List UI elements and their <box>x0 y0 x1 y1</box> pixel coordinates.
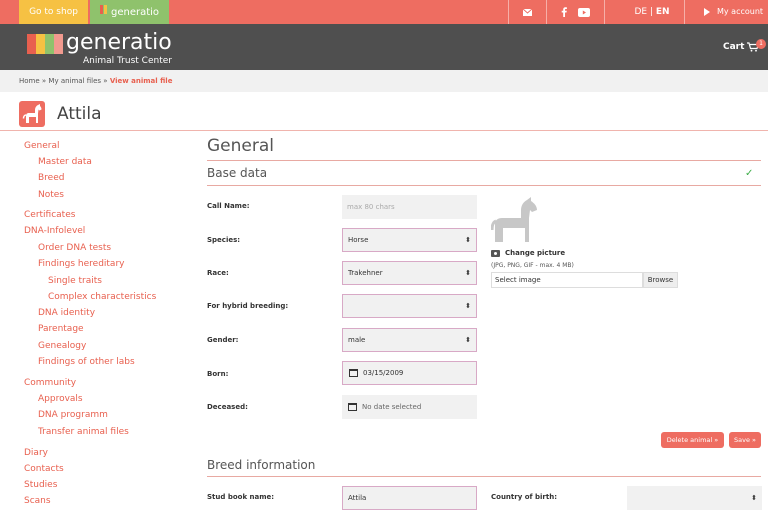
picture-format-hint: (JPG, PNG, GIF - max. 4 MB) <box>491 262 574 269</box>
top-bar: Go to shop generatio DE | EN My account <box>0 0 768 24</box>
deceased-date-input[interactable]: No date selected <box>342 395 477 419</box>
gender-select[interactable]: male ⬍ <box>342 328 477 352</box>
sidebar-item-notes[interactable]: Notes <box>38 190 64 200</box>
youtube-icon[interactable] <box>576 0 592 24</box>
born-date-input[interactable]: 03/15/2009 <box>342 361 477 385</box>
browse-button[interactable]: Browse <box>643 272 678 288</box>
select-caret-icon: ⬍ <box>465 302 471 310</box>
generatio-tab-label: generatio <box>111 7 160 18</box>
base-data-heading[interactable]: Base data <box>207 166 267 180</box>
sidebar-item-findings-of-other-labs[interactable]: Findings of other labs <box>38 357 135 367</box>
sidebar-item-master-data[interactable]: Master data <box>38 157 92 167</box>
select-image-placeholder: Select image <box>495 276 541 284</box>
sidebar-item-contacts[interactable]: Contacts <box>24 464 64 474</box>
breed-information-heading: Breed information <box>207 458 316 472</box>
country-of-birth-select[interactable]: ⬍ <box>627 486 762 510</box>
sidebar-item-certificates[interactable]: Certificates <box>24 210 75 220</box>
general-divider <box>207 160 761 161</box>
sidebar-item-parentage[interactable]: Parentage <box>38 324 84 334</box>
go-to-shop-button[interactable]: Go to shop <box>19 0 88 24</box>
select-caret-icon: ⬍ <box>465 236 471 244</box>
species-select[interactable]: Horse ⬍ <box>342 228 477 252</box>
logo-subtitle: Animal Trust Center <box>83 56 172 66</box>
stud-book-name-value: Attila <box>348 494 367 502</box>
country-of-birth-label: Country of birth: <box>491 493 557 501</box>
sidebar-item-complex-characteristics[interactable]: Complex characteristics <box>48 292 156 302</box>
base-data-divider <box>207 185 761 186</box>
title-divider <box>0 130 768 131</box>
my-account-label: My account <box>717 7 764 16</box>
species-label: Species: <box>207 236 241 244</box>
breadcrumb: Home » My animal files » View animal fil… <box>0 70 768 92</box>
hybrid-breeding-label: For hybrid breeding: <box>207 302 289 310</box>
deceased-label: Deceased: <box>207 403 248 411</box>
sidebar-item-studies[interactable]: Studies <box>24 480 57 490</box>
cart-count-badge: 1 <box>756 39 766 49</box>
calendar-icon <box>348 403 357 411</box>
born-value: 03/15/2009 <box>363 369 404 377</box>
race-value: Trakehner <box>348 269 383 277</box>
gender-value: male <box>348 336 366 344</box>
calendar-icon <box>349 369 358 377</box>
page-title: Attila <box>57 104 102 124</box>
camera-icon <box>491 249 500 257</box>
select-caret-icon: ⬍ <box>465 269 471 277</box>
call-name-label: Call Name: <box>207 202 250 210</box>
sidebar-item-dna-identity[interactable]: DNA identity <box>38 308 95 318</box>
cart-button[interactable]: Cart 1 <box>723 39 766 52</box>
language-switch[interactable]: DE | EN <box>620 0 684 24</box>
breadcrumb-sep: » <box>101 77 110 85</box>
lang-separator: | <box>647 7 656 17</box>
breed-divider <box>207 476 761 477</box>
check-icon: ✓ <box>745 168 754 179</box>
sidebar-item-community[interactable]: Community <box>24 378 76 388</box>
sidebar-item-dna-infolevel[interactable]: DNA-Infolevel <box>24 226 85 236</box>
my-account-link[interactable]: My account <box>704 0 768 24</box>
call-name-input[interactable]: max 80 chars <box>342 195 477 219</box>
lang-de-link[interactable]: DE <box>634 7 647 17</box>
select-image-input[interactable]: Select image <box>491 272 643 288</box>
race-select[interactable]: Trakehner ⬍ <box>342 261 477 285</box>
facebook-icon[interactable] <box>556 0 572 24</box>
call-name-placeholder: max 80 chars <box>347 203 395 211</box>
lang-en-link[interactable]: EN <box>656 7 670 17</box>
logo-wordmark[interactable]: generatio <box>66 30 172 56</box>
species-value: Horse <box>348 236 369 244</box>
gender-label: Gender: <box>207 336 239 344</box>
breadcrumb-my-animal-files[interactable]: My animal files <box>48 77 101 85</box>
breadcrumb-home[interactable]: Home <box>19 77 40 85</box>
stud-book-name-input[interactable]: Attila <box>342 486 477 510</box>
race-label: Race: <box>207 269 229 277</box>
sidebar-item-findings-hereditary[interactable]: Findings hereditary <box>38 259 124 269</box>
breadcrumb-current: View animal file <box>109 77 173 85</box>
sidebar-item-approvals[interactable]: Approvals <box>38 394 83 404</box>
change-picture-label: Change picture <box>505 249 566 257</box>
horse-placeholder-icon <box>491 197 537 242</box>
generatio-tab[interactable]: generatio <box>90 0 169 24</box>
sidebar-item-order-dna-tests[interactable]: Order DNA tests <box>38 243 111 253</box>
sidebar-item-single-traits[interactable]: Single traits <box>48 276 102 286</box>
cart-label: Cart <box>723 42 745 52</box>
sidebar-item-transfer-animal-files[interactable]: Transfer animal files <box>38 427 129 437</box>
sidebar-item-breed[interactable]: Breed <box>38 173 64 183</box>
sidebar-item-general[interactable]: General <box>24 141 59 151</box>
stud-book-name-label: Stud book name: <box>207 493 275 501</box>
envelope-icon[interactable] <box>508 0 546 24</box>
born-label: Born: <box>207 370 229 378</box>
select-caret-icon: ⬍ <box>465 336 471 344</box>
save-button[interactable]: Save » <box>729 432 761 448</box>
change-picture-link[interactable]: Change picture <box>491 249 565 257</box>
hybrid-breeding-select[interactable]: ⬍ <box>342 294 477 318</box>
delete-animal-button[interactable]: Delete animal » <box>661 432 724 448</box>
generatio-mini-logo-icon <box>100 0 108 24</box>
sidebar-item-genealogy[interactable]: Genealogy <box>38 341 86 351</box>
sidebar-item-scans[interactable]: Scans <box>24 496 51 506</box>
deceased-placeholder: No date selected <box>362 403 422 411</box>
select-caret-icon: ⬍ <box>751 494 757 502</box>
play-icon <box>704 7 710 16</box>
sidebar-item-dna-programm[interactable]: DNA programm <box>38 410 108 420</box>
horse-title-icon <box>19 101 45 127</box>
general-heading: General <box>207 136 274 156</box>
sidebar-item-diary[interactable]: Diary <box>24 448 48 458</box>
